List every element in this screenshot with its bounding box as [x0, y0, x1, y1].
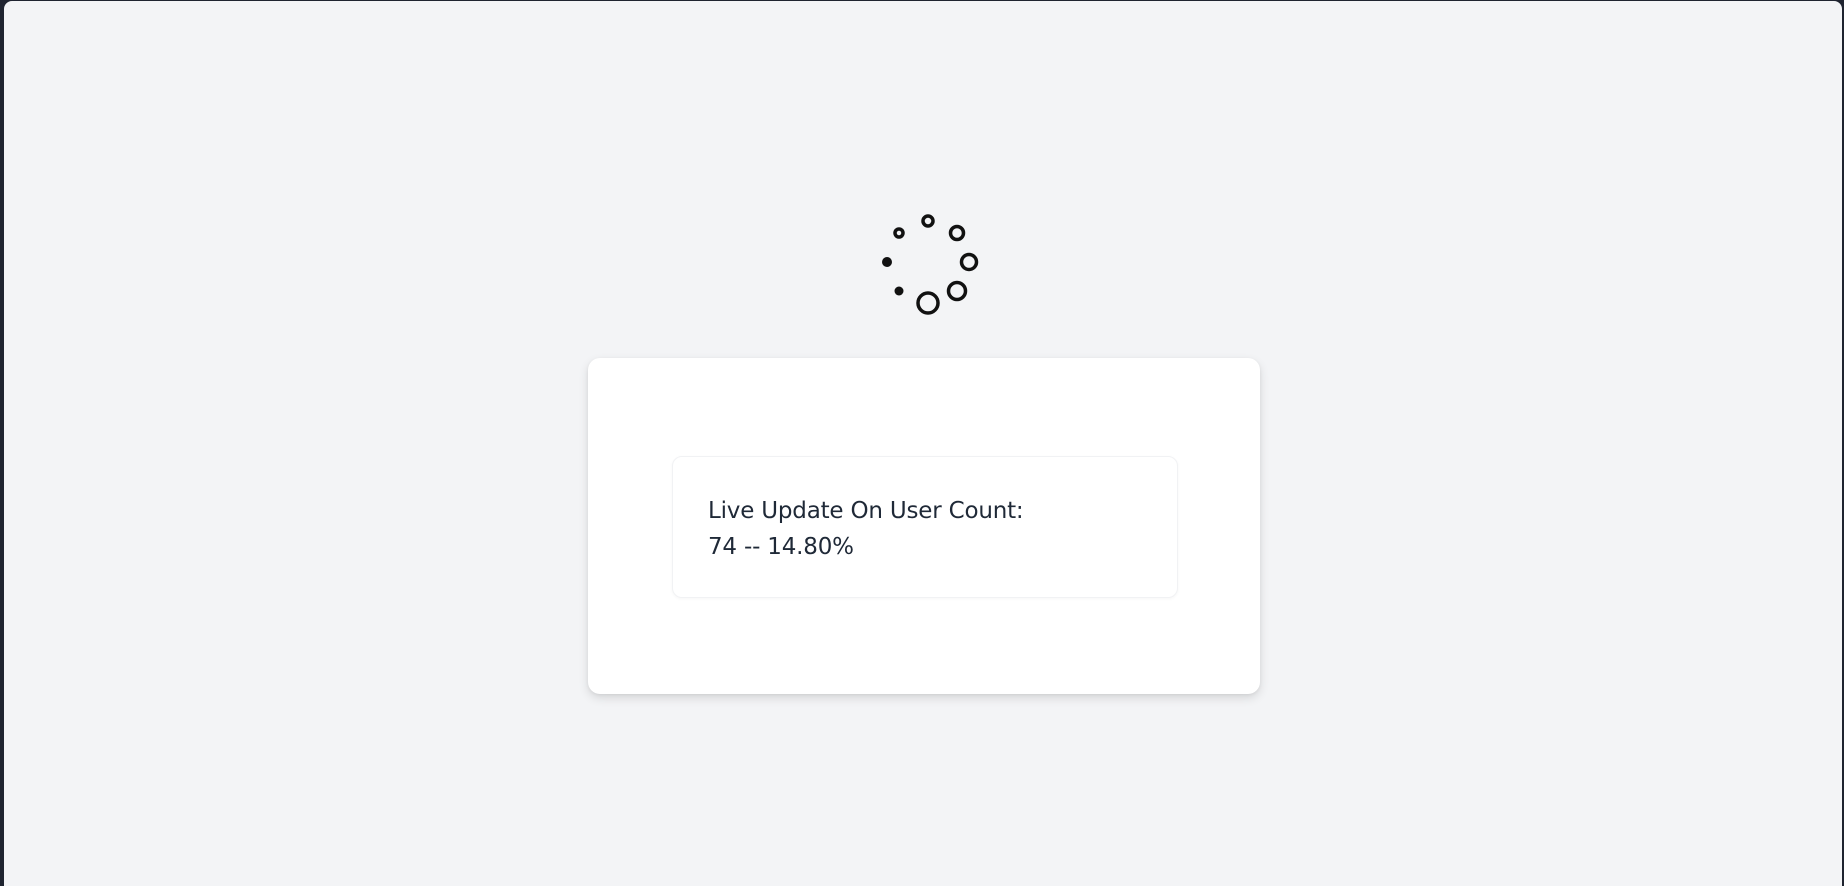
user-count-title: Live Update On User Count: — [708, 498, 1024, 524]
user-count-value: 74 -- 14.80% — [708, 534, 854, 560]
spinner-dot — [894, 286, 904, 296]
loading-spinner-icon — [882, 214, 979, 315]
spinner-dot — [921, 214, 935, 228]
page-background: Live Update On User Count: 74 -- 14.80% — [4, 1, 1842, 886]
status-card: Live Update On User Count: 74 -- 14.80% — [588, 358, 1260, 694]
spinner-dot — [882, 257, 892, 267]
spinner-dot — [946, 280, 968, 302]
spinner-dot — [959, 252, 979, 272]
spinner-dot — [893, 227, 905, 239]
spinner-dot — [916, 291, 940, 315]
user-count-panel: Live Update On User Count: 74 -- 14.80% — [672, 456, 1178, 598]
spinner-dot — [948, 224, 966, 242]
